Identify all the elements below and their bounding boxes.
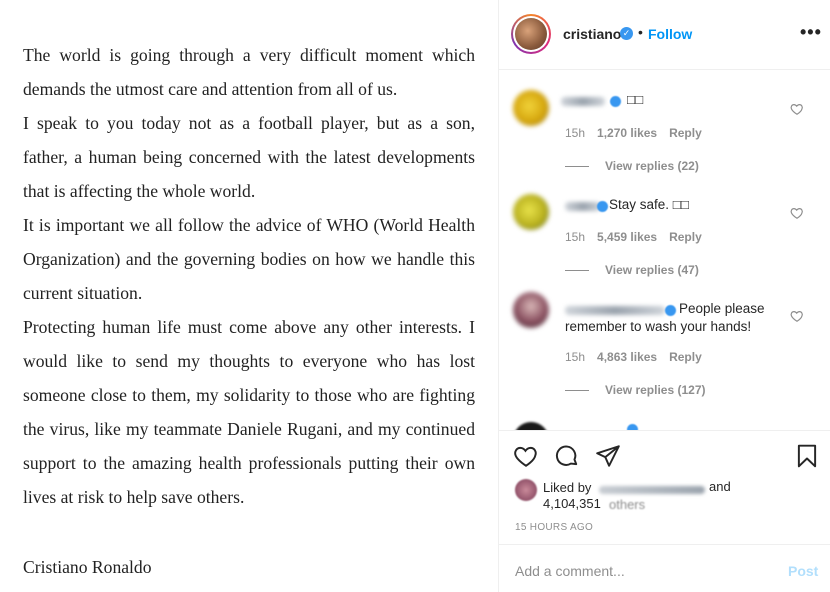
liked-by-label: Liked by <box>543 480 592 495</box>
profile-avatar[interactable] <box>511 14 551 54</box>
letter-signature: Cristiano Ronaldo <box>23 557 152 577</box>
post-letter: The world is going through a very diffic… <box>23 38 475 577</box>
letter-paragraph-1: The world is going through a very diffic… <box>23 45 475 99</box>
comment-like-heart-icon[interactable] <box>790 102 804 116</box>
follow-button[interactable]: Follow <box>648 26 692 42</box>
comment-text: Stay safe. □□ <box>609 197 690 212</box>
add-comment-bar: Post <box>499 544 830 592</box>
comments-list[interactable]: □□ 15h 1,270 likes Reply View replies (22)… <box>499 70 830 430</box>
comment-likes[interactable]: 4,863 likes <box>597 350 657 364</box>
add-comment-input[interactable] <box>515 561 765 581</box>
commenter-name-blurred[interactable] <box>565 306 665 315</box>
comment-likes[interactable]: 5,459 likes <box>597 230 657 244</box>
comment-text: □□ <box>627 92 644 107</box>
comment-text-line-1: People please <box>679 301 765 316</box>
comment-likes[interactable]: 1,270 likes <box>597 126 657 140</box>
liked-others-label[interactable]: others <box>609 497 645 512</box>
post-image[interactable]: The world is going through a very diffic… <box>0 0 499 592</box>
comment-icon[interactable] <box>554 443 580 469</box>
bookmark-icon[interactable] <box>794 443 820 469</box>
comment-time: 15h <box>565 126 586 140</box>
replies-line <box>565 166 589 167</box>
post-side-panel: cristiano ✓ • Follow ••• □□ 15h 1,270 lik… <box>499 0 830 592</box>
verified-icon <box>610 96 621 107</box>
comment-like-heart-icon[interactable] <box>790 206 804 220</box>
like-heart-icon[interactable] <box>513 443 539 469</box>
view-replies-button[interactable]: View replies (127) <box>605 383 706 397</box>
view-replies-button[interactable]: View replies (22) <box>605 159 699 173</box>
liker-avatar[interactable] <box>515 479 537 501</box>
letter-paragraph-2: I speak to you today not as a football p… <box>23 113 475 201</box>
comment-reply-button[interactable]: Reply <box>669 126 702 140</box>
replies-line <box>565 270 589 271</box>
verified-icon <box>597 201 608 212</box>
comment-time: 15h <box>565 230 586 244</box>
commenter-avatar[interactable] <box>513 292 549 328</box>
comment-meta: 15h 4,863 likes Reply <box>565 350 714 364</box>
comment-like-heart-icon[interactable] <box>790 309 804 323</box>
comment-meta: 15h 1,270 likes Reply <box>565 126 714 140</box>
post-header: cristiano ✓ • Follow ••• <box>499 0 830 70</box>
view-replies-button[interactable]: View replies (47) <box>605 263 699 277</box>
comment-text-line-2: remember to wash your hands! <box>565 319 752 334</box>
commenter-name-blurred[interactable] <box>565 202 601 211</box>
liker-name-blurred[interactable] <box>599 486 705 494</box>
post-timestamp[interactable]: 15 HOURS AGO <box>515 522 593 533</box>
commenter-avatar[interactable] <box>513 422 549 430</box>
replies-line <box>565 390 589 391</box>
liked-and-label: and <box>709 479 731 494</box>
letter-paragraph-4: Protecting human life must come above an… <box>23 317 475 507</box>
comment-reply-button[interactable]: Reply <box>669 230 702 244</box>
more-options-icon[interactable]: ••• <box>800 22 822 43</box>
post-actions: Liked by and 4,104,351 others 15 HOURS A… <box>499 430 830 544</box>
verified-icon <box>665 305 676 316</box>
post-comment-button[interactable]: Post <box>788 563 818 579</box>
commenter-avatar[interactable] <box>513 90 549 126</box>
commenter-avatar[interactable] <box>513 194 549 230</box>
share-icon[interactable] <box>595 443 621 469</box>
verified-icon: ✓ <box>620 27 633 40</box>
separator-dot: • <box>638 24 643 40</box>
comment-reply-button[interactable]: Reply <box>669 350 702 364</box>
likes-count[interactable]: 4,104,351 <box>543 496 601 511</box>
letter-paragraph-3: It is important we all follow the advice… <box>23 215 475 303</box>
comment-time: 15h <box>565 350 586 364</box>
commenter-name-blurred[interactable] <box>561 97 605 106</box>
profile-username[interactable]: cristiano <box>563 26 621 42</box>
comment-meta: 15h 5,459 likes Reply <box>565 230 714 244</box>
